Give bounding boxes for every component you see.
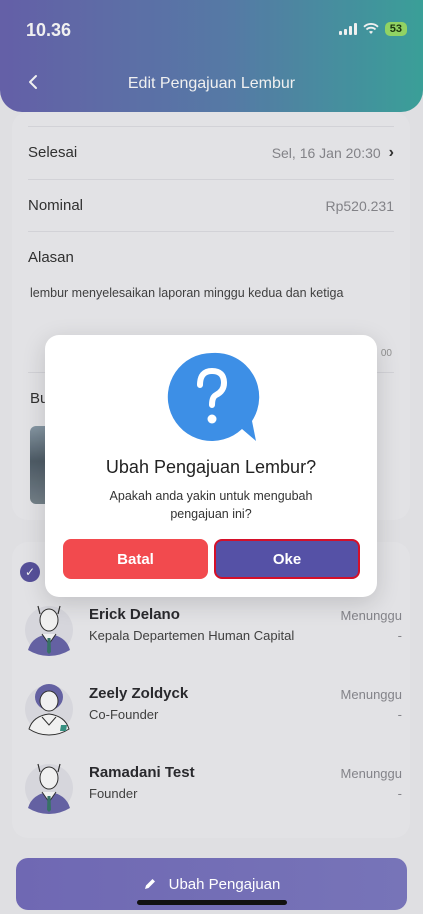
pencil-icon (144, 879, 155, 889)
cancel-button[interactable]: Batal (63, 539, 208, 579)
dialog-title: Ubah Pengajuan Lembur? (105, 457, 317, 477)
confirm-dialog: Ubah Pengajuan Lembur? Apakah anda yakin… (45, 335, 377, 597)
home-indicator (137, 900, 287, 905)
dialog-message: Apakah anda yakin untuk mengubah pengaju… (109, 489, 313, 521)
question-bubble-icon (167, 352, 260, 441)
ok-button[interactable]: Oke (214, 539, 360, 579)
ubah-pengajuan-label: Ubah Pengajuan (168, 875, 281, 893)
